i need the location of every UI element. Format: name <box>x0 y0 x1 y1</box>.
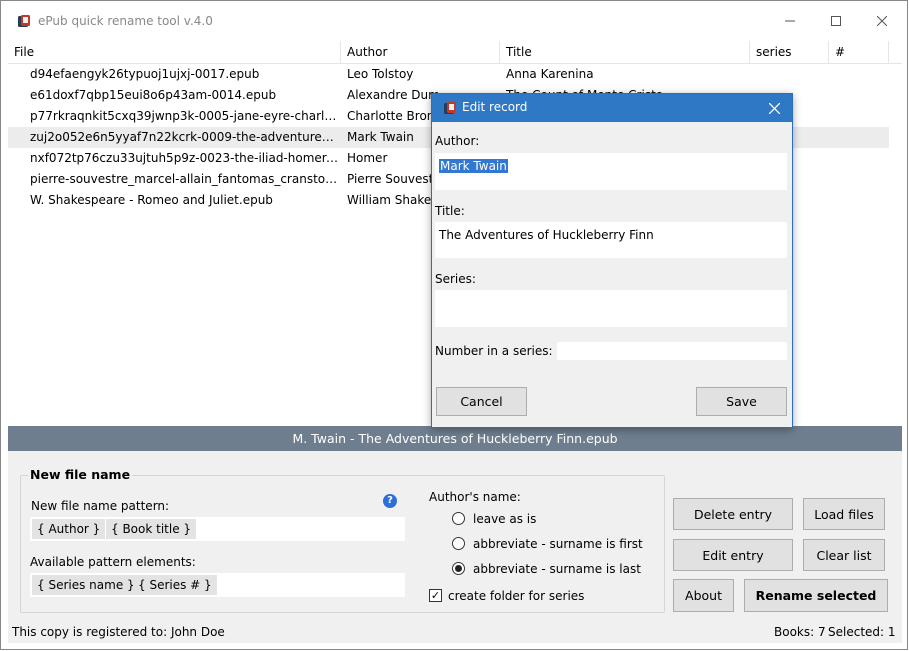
radio-label-leave-as-is: leave as is <box>473 512 537 526</box>
available-elements-box[interactable]: { Series name } { Series # } <box>30 573 405 597</box>
author-field-value: Mark Twain <box>439 159 508 173</box>
delete-entry-button[interactable]: Delete entry <box>673 498 793 530</box>
cell-file: nxf072tp76czu33ujtuh5p9z-0023-the-iliad-… <box>30 151 338 165</box>
column-header-author[interactable]: Author <box>341 41 500 63</box>
cell-file: e61doxf7qbp15eui8o6p43am-0014.epub <box>30 88 277 102</box>
dialog-close-button[interactable] <box>764 98 784 118</box>
about-button[interactable]: About <box>673 579 734 612</box>
cell-file: pierre-souvestre_marcel-allain_fantomas_… <box>30 172 338 186</box>
series-number-field[interactable] <box>557 342 787 360</box>
radio-surname-first[interactable] <box>452 537 465 550</box>
list-header: File Author Title series # <box>8 41 902 64</box>
status-bar: This copy is registered to: John Doe Boo… <box>8 621 902 643</box>
dialog-title-bar: Edit record <box>432 94 792 122</box>
pattern-label: New file name pattern: <box>31 499 170 513</box>
close-icon <box>768 102 780 114</box>
save-button[interactable]: Save <box>696 387 787 416</box>
cancel-button[interactable]: Cancel <box>436 387 527 416</box>
edit-entry-button[interactable]: Edit entry <box>673 539 793 571</box>
cell-author: Leo Tolstoy <box>347 67 414 81</box>
author-field[interactable]: Mark Twain <box>435 153 787 190</box>
help-icon[interactable]: ? <box>383 494 397 508</box>
books-count: Books: 7 <box>774 625 826 639</box>
element-token-series-name[interactable]: { Series name } <box>32 575 140 595</box>
selected-count: Selected: 1 <box>828 625 896 639</box>
cell-file: d94efaengyk26typuoj1ujxj-0017.epub <box>30 67 260 81</box>
create-folder-label: create folder for series <box>448 589 585 603</box>
author-name-label: Author's name: <box>429 490 521 504</box>
column-header-number[interactable]: # <box>829 41 889 63</box>
app-logo-icon <box>18 15 30 27</box>
registration-status: This copy is registered to: John Doe <box>12 625 225 639</box>
rename-selected-button[interactable]: Rename selected <box>744 579 888 612</box>
minimize-button[interactable] <box>767 1 813 41</box>
load-files-button[interactable]: Load files <box>803 498 885 530</box>
series-field-label: Series: <box>435 272 476 286</box>
minimize-icon <box>785 20 795 22</box>
cell-title: Anna Karenina <box>506 67 594 81</box>
title-field-label: Title: <box>435 204 465 218</box>
maximize-button[interactable] <box>813 1 859 41</box>
radio-label-surname-first: abbreviate - surname is first <box>473 537 643 551</box>
dialog-title: Edit record <box>462 100 528 114</box>
radio-surname-last[interactable] <box>452 562 465 575</box>
group-title: New file name <box>28 467 133 482</box>
window-title: ePub quick rename tool v.4.0 <box>38 14 213 28</box>
column-header-series[interactable]: series <box>750 41 829 63</box>
title-bar: ePub quick rename tool v.4.0 <box>1 1 907 41</box>
table-row[interactable]: d94efaengyk26typuoj1ujxj-0017.epub Leo T… <box>8 64 889 85</box>
close-button[interactable] <box>859 1 905 41</box>
series-field[interactable] <box>435 290 787 327</box>
edit-record-dialog: Edit record Author: Mark Twain Title: Th… <box>431 93 793 428</box>
column-header-title[interactable]: Title <box>500 41 750 63</box>
radio-leave-as-is[interactable] <box>452 512 465 525</box>
clear-list-button[interactable]: Clear list <box>803 539 885 571</box>
cell-file: W. Shakespeare - Romeo and Juliet.epub <box>30 193 273 207</box>
cell-file: p77rkraqnkit5cxq39jwnp3k-0005-jane-eyre-… <box>30 109 338 123</box>
series-number-label: Number in a series: <box>435 344 553 358</box>
pattern-token-book-title[interactable]: { Book title } <box>106 519 197 539</box>
create-folder-checkbox[interactable]: ✓ <box>429 589 442 602</box>
options-panel: New file name New file name pattern: ? {… <box>8 451 902 621</box>
filename-preview-bar: M. Twain - The Adventures of Huckleberry… <box>8 426 902 451</box>
radio-label-surname-last: abbreviate - surname is last <box>473 562 641 576</box>
element-token-series-number[interactable]: { Series # } <box>133 575 217 595</box>
column-header-file[interactable]: File <box>8 41 341 63</box>
available-elements-label: Available pattern elements: <box>30 555 196 569</box>
pattern-token-author[interactable]: { Author } <box>32 519 106 539</box>
title-field-value: The Adventures of Huckleberry Finn <box>439 228 654 242</box>
maximize-icon <box>831 16 841 26</box>
pattern-input[interactable]: { Author } { Book title } <box>30 517 405 541</box>
close-icon <box>877 16 887 26</box>
title-field[interactable]: The Adventures of Huckleberry Finn <box>435 222 787 258</box>
cell-file: zuj2o052e6n5yyaf7n22kcrk-0009-the-advent… <box>30 130 338 144</box>
author-field-label: Author: <box>435 134 480 148</box>
app-logo-icon <box>444 102 456 114</box>
